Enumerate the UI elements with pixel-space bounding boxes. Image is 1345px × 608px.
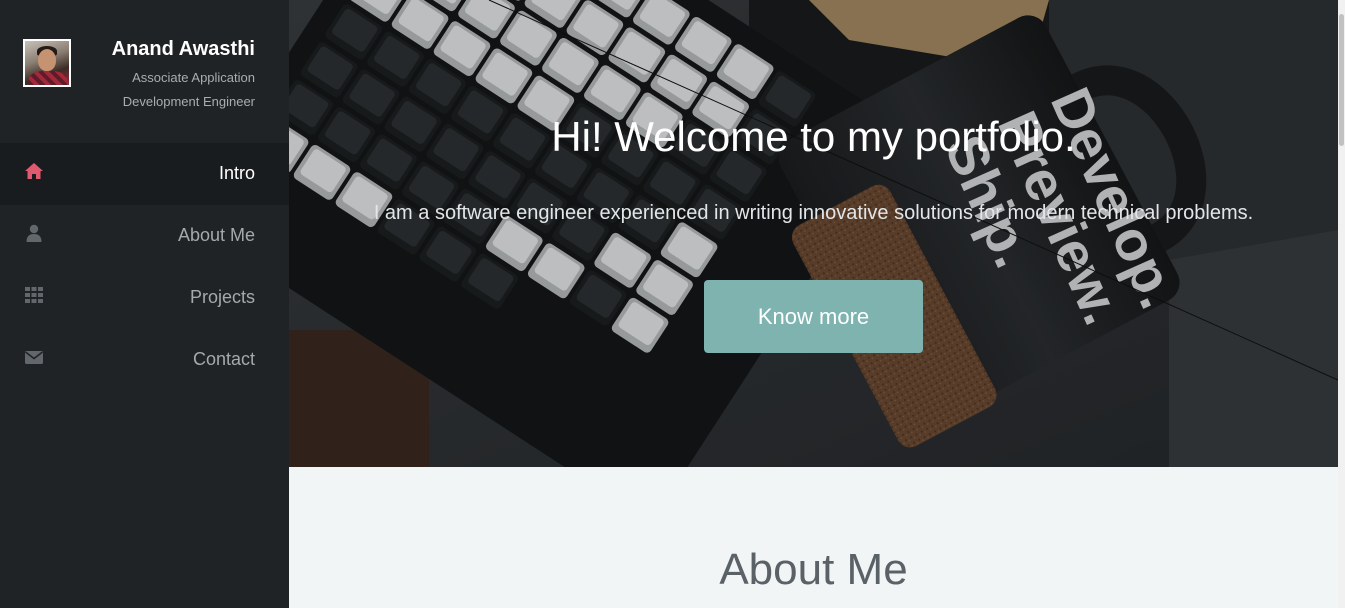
about-section: About Me bbox=[289, 467, 1338, 608]
sidebar-item-contact[interactable]: Contact bbox=[0, 329, 289, 391]
sidebar-nav: Intro About Me Projects Contact bbox=[0, 143, 289, 391]
know-more-button[interactable]: Know more bbox=[704, 280, 923, 353]
sidebar-item-about-me[interactable]: About Me bbox=[0, 205, 289, 267]
sidebar-item-label: Contact bbox=[192, 349, 255, 369]
scrollbar-thumb[interactable] bbox=[1339, 14, 1344, 146]
profile-name: Anand Awasthi bbox=[111, 38, 255, 60]
profile-header: Anand Awasthi Associate Application Deve… bbox=[0, 0, 289, 143]
hero-title: Hi! Welcome to my portfolio. bbox=[551, 113, 1076, 160]
sidebar-item-label: Projects bbox=[189, 287, 255, 307]
grid-icon bbox=[24, 285, 44, 305]
hero-section: Develop.Preview.Ship. Hi! Welcome to my … bbox=[289, 0, 1338, 467]
about-title: About Me bbox=[719, 545, 908, 594]
avatar bbox=[23, 39, 71, 87]
sidebar-item-label: About Me bbox=[177, 225, 255, 245]
home-icon bbox=[24, 161, 44, 181]
profile-role: Associate Application Development Engine… bbox=[122, 70, 255, 109]
user-icon bbox=[24, 223, 44, 243]
scrollbar[interactable] bbox=[1338, 0, 1345, 608]
hero-subtitle: I am a software engineer experienced in … bbox=[373, 202, 1254, 224]
sidebar: Anand Awasthi Associate Application Deve… bbox=[0, 0, 289, 608]
sidebar-item-projects[interactable]: Projects bbox=[0, 267, 289, 329]
envelope-icon bbox=[24, 347, 44, 367]
sidebar-item-intro[interactable]: Intro bbox=[0, 143, 289, 205]
sidebar-item-label: Intro bbox=[218, 163, 255, 183]
